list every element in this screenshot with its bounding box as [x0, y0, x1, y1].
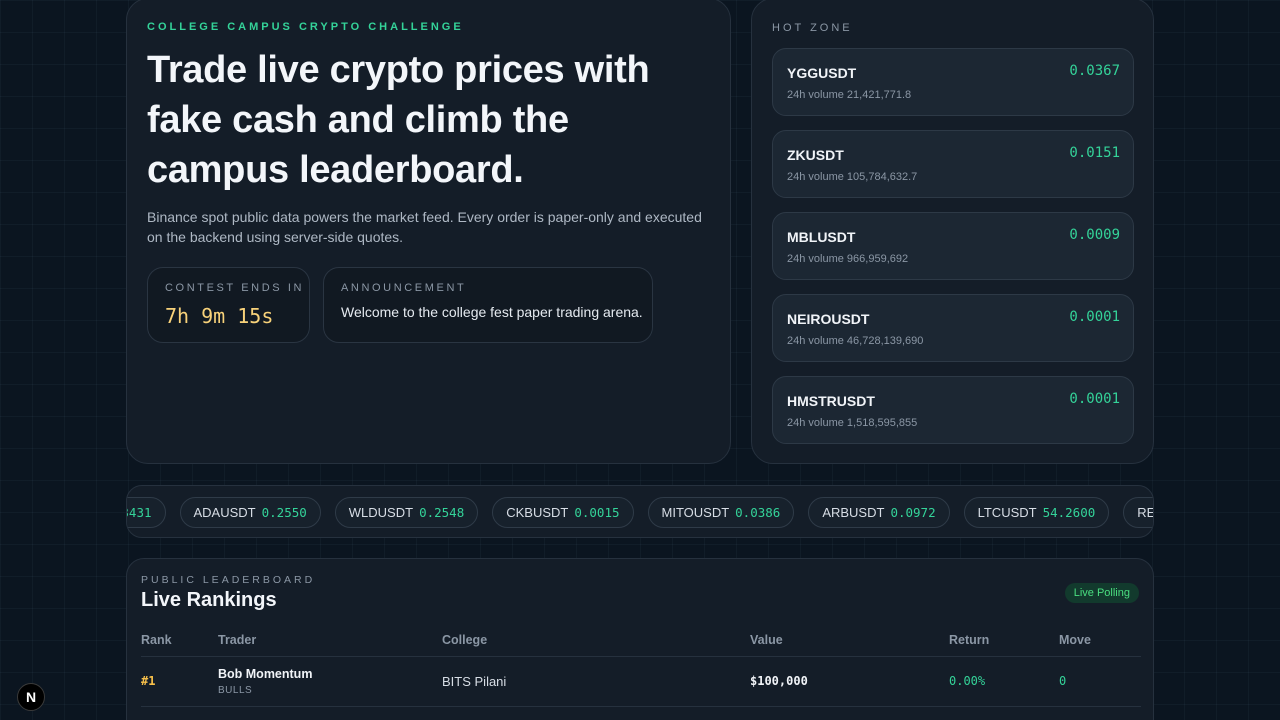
return-cell: 0.00%: [949, 674, 986, 688]
header-move[interactable]: Move: [1059, 633, 1091, 647]
move-cell: 0: [1059, 674, 1067, 688]
ticker-symbol: RESOLV: [1137, 505, 1153, 520]
hero-eyebrow: COLLEGE CAMPUS CRYPTO CHALLENGE: [147, 21, 464, 33]
ticker-symbol: CKBUSDT: [506, 505, 569, 520]
hot-zone-item[interactable]: HMSTRUSDT 0.0001 24h volume 1,518,595,85…: [772, 376, 1134, 444]
hot-volume: 24h volume 46,728,139,690: [787, 335, 924, 347]
hot-volume: 24h volume 21,421,771.8: [787, 89, 912, 101]
header-return[interactable]: Return: [949, 633, 989, 647]
header-rank[interactable]: Rank: [141, 633, 172, 647]
rank-cell: #1: [141, 674, 156, 688]
hero-headline: Trade live crypto prices with fake cash …: [147, 49, 650, 191]
ticker-price: 0.0972: [890, 505, 936, 520]
hot-volume: 24h volume 966,959,692: [787, 253, 909, 265]
live-polling-badge: Live Polling: [1064, 583, 1139, 603]
ticker-chip[interactable]: LTCUSDT 54.2600: [963, 497, 1110, 528]
nextjs-logo-icon[interactable]: N: [17, 683, 45, 711]
table-row[interactable]: #1 Bob Momentum BULLS BITS Pilani $100,0…: [141, 657, 1141, 707]
ticker-price: 54.2600: [1042, 505, 1096, 520]
ticker-symbol: ADAUSDT: [193, 505, 256, 520]
value-cell: $100,000: [750, 674, 808, 688]
hot-price: 0.0151: [1069, 145, 1120, 161]
announcement-card: ANNOUNCEMENT Welcome to the college fest…: [323, 267, 653, 343]
price-ticker: DT 1.3431 ADAUSDT 0.2550 WLDUSDT 0.2548 …: [126, 485, 1154, 538]
hot-price: 0.0001: [1069, 391, 1120, 407]
ticker-price: 0.2550: [261, 505, 307, 520]
leaderboard-eyebrow: PUBLIC LEADERBOARD: [141, 574, 316, 586]
hot-zone-item[interactable]: NEIROUSDT 0.0001 24h volume 46,728,139,6…: [772, 294, 1134, 362]
ticker-symbol: MITOUSDT: [661, 505, 730, 520]
hot-zone-list: YGGUSDT 0.0367 24h volume 21,421,771.8 Z…: [772, 48, 1134, 458]
hot-price: 0.0367: [1069, 63, 1120, 79]
hot-zone-title: HOT ZONE: [772, 22, 853, 34]
hot-symbol: ZKUSDT: [787, 147, 844, 163]
ticker-chip[interactable]: MITOUSDT 0.0386: [647, 497, 795, 528]
hot-price: 0.0009: [1069, 227, 1120, 243]
ticker-symbol: WLDUSDT: [348, 505, 414, 520]
ticker-chip[interactable]: ADAUSDT 0.2550: [179, 497, 321, 528]
header-college[interactable]: College: [442, 633, 487, 647]
hot-zone-item[interactable]: ZKUSDT 0.0151 24h volume 105,784,632.7: [772, 130, 1134, 198]
hot-zone-item[interactable]: MBLUSDT 0.0009 24h volume 966,959,692: [772, 212, 1134, 280]
hot-price: 0.0001: [1069, 309, 1120, 325]
hot-zone-item[interactable]: YGGUSDT 0.0367 24h volume 21,421,771.8: [772, 48, 1134, 116]
contest-label: CONTEST ENDS IN: [165, 282, 305, 294]
header-value[interactable]: Value: [750, 633, 783, 647]
ticker-chip[interactable]: CKBUSDT 0.0015: [492, 497, 634, 528]
ticker-price: 0.0386: [735, 505, 781, 520]
ticker-price: 0.0015: [574, 505, 620, 520]
announcement-text: Welcome to the college fest paper tradin…: [341, 304, 643, 320]
hero-subtext: Binance spot public data powers the mark…: [147, 209, 702, 245]
hot-symbol: MBLUSDT: [787, 229, 856, 245]
college-cell: BITS Pilani: [442, 674, 507, 689]
ticker-chip[interactable]: ARBUSDT 0.0972: [808, 497, 950, 528]
hot-symbol: HMSTRUSDT: [787, 393, 875, 409]
ticker-symbol: LTCUSDT: [977, 505, 1037, 520]
ticker-price: 1.3431: [127, 505, 152, 520]
leaderboard-panel: PUBLIC LEADERBOARD Live Rankings Live Po…: [126, 558, 1154, 720]
trader-name: Bob Momentum: [218, 667, 313, 681]
hot-volume: 24h volume 1,518,595,855: [787, 417, 918, 429]
header-trader[interactable]: Trader: [218, 633, 256, 647]
leaderboard-title: Live Rankings: [141, 589, 277, 611]
ticker-track: DT 1.3431 ADAUSDT 0.2550 WLDUSDT 0.2548 …: [127, 497, 1153, 528]
hot-volume: 24h volume 105,784,632.7: [787, 171, 918, 183]
hot-symbol: YGGUSDT: [787, 65, 857, 81]
trader-team: BULLS: [218, 685, 253, 696]
contest-timer-card: CONTEST ENDS IN 7h 9m 15s: [147, 267, 310, 343]
ticker-price: 0.2548: [419, 505, 465, 520]
contest-countdown: 7h 9m 15s: [165, 304, 274, 328]
leaderboard-header-row: Rank Trader College Value Return Move: [141, 633, 1141, 657]
ticker-chip[interactable]: WLDUSDT 0.2548: [334, 497, 479, 528]
hot-symbol: NEIROUSDT: [787, 311, 870, 327]
hot-zone-panel: HOT ZONE YGGUSDT 0.0367 24h volume 21,42…: [751, 0, 1154, 464]
ticker-symbol: ARBUSDT: [822, 505, 885, 520]
ticker-chip[interactable]: DT 1.3431: [127, 497, 166, 528]
hero-panel: COLLEGE CAMPUS CRYPTO CHALLENGE Trade li…: [126, 0, 731, 464]
announcement-label: ANNOUNCEMENT: [341, 282, 467, 294]
ticker-chip[interactable]: RESOLV: [1123, 497, 1153, 528]
